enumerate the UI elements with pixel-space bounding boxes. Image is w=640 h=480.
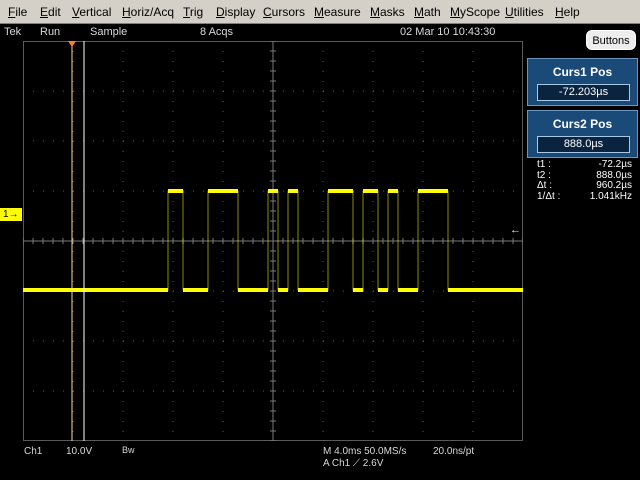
menu-measure[interactable]: Measure bbox=[314, 5, 361, 19]
menu-edit[interactable]: Edit bbox=[40, 5, 61, 19]
menu-display[interactable]: Display bbox=[216, 5, 255, 19]
cursor-readout: t1 : -72.2µs t2 :888.0µs Δt :960.2µs 1/Δt… bbox=[527, 159, 637, 202]
channel-1-marker-label: 1 bbox=[3, 209, 9, 220]
buttons-button[interactable]: Buttons bbox=[586, 30, 636, 50]
menu-vertical[interactable]: Vertical bbox=[72, 5, 111, 19]
bandwidth-limit: Bw bbox=[122, 445, 135, 455]
curs1-panel[interactable]: Curs1 Pos -72.203µs bbox=[527, 58, 638, 106]
channel-label[interactable]: Ch1 bbox=[24, 446, 42, 457]
horizontal-scale[interactable]: M 4.0ms 50.0MS/s bbox=[323, 446, 406, 457]
curs2-panel[interactable]: Curs2 Pos 888.0µs bbox=[527, 110, 638, 158]
menu-cursors[interactable]: Cursors bbox=[263, 5, 305, 19]
readout-row: 1/Δt :1.041kHz bbox=[537, 190, 632, 202]
channel-1-marker[interactable]: 1→ bbox=[0, 208, 22, 221]
menu-file[interactable]: File bbox=[8, 5, 27, 19]
curs1-value-field[interactable]: -72.203µs bbox=[537, 84, 630, 101]
readout-row: t1 : -72.2µs bbox=[537, 159, 632, 170]
waveform-graticule[interactable] bbox=[23, 41, 523, 441]
trigger-position-icon bbox=[68, 41, 76, 47]
menu-utilities[interactable]: Utilities bbox=[505, 5, 544, 19]
menu-horiz-acq[interactable]: Horiz/Acq bbox=[122, 5, 174, 19]
menu-bar: File Edit Vertical Horiz/Acq Trig Display Curs… bbox=[0, 0, 640, 24]
time-resolution: 20.0ns/pt bbox=[433, 446, 475, 457]
menu-masks[interactable]: Masks bbox=[370, 5, 405, 19]
status-bar: Tek Run Sample 8 Acqs 02 Mar 10 10:43:30 bbox=[0, 24, 525, 40]
run-state[interactable]: Run bbox=[40, 26, 60, 38]
curs2-value-field[interactable]: 888.0µs bbox=[537, 136, 630, 153]
vertical-scale[interactable]: 10.0V bbox=[66, 446, 92, 457]
menu-trig[interactable]: Trig bbox=[183, 5, 203, 19]
acq-count: 8 Acqs bbox=[200, 26, 234, 38]
menu-help[interactable]: Help bbox=[555, 5, 580, 19]
readout-row: Δt :960.2µs bbox=[537, 180, 632, 191]
brand-label: Tek bbox=[4, 26, 22, 38]
date-time: 02 Mar 10 10:43:30 bbox=[400, 26, 496, 38]
menu-math[interactable]: Math bbox=[414, 5, 441, 19]
bottom-info: Ch1 10.0V Bw M 4.0ms 50.0MS/s 20.0ns/pt … bbox=[0, 442, 640, 480]
trigger-settings[interactable]: A Ch1 ⟋ 2.6V bbox=[323, 458, 383, 469]
acq-mode: Sample bbox=[90, 26, 128, 38]
curs2-title: Curs2 Pos bbox=[552, 117, 613, 131]
menu-myscope[interactable]: MyScope bbox=[450, 5, 500, 19]
curs1-title: Curs1 Pos bbox=[552, 65, 613, 79]
